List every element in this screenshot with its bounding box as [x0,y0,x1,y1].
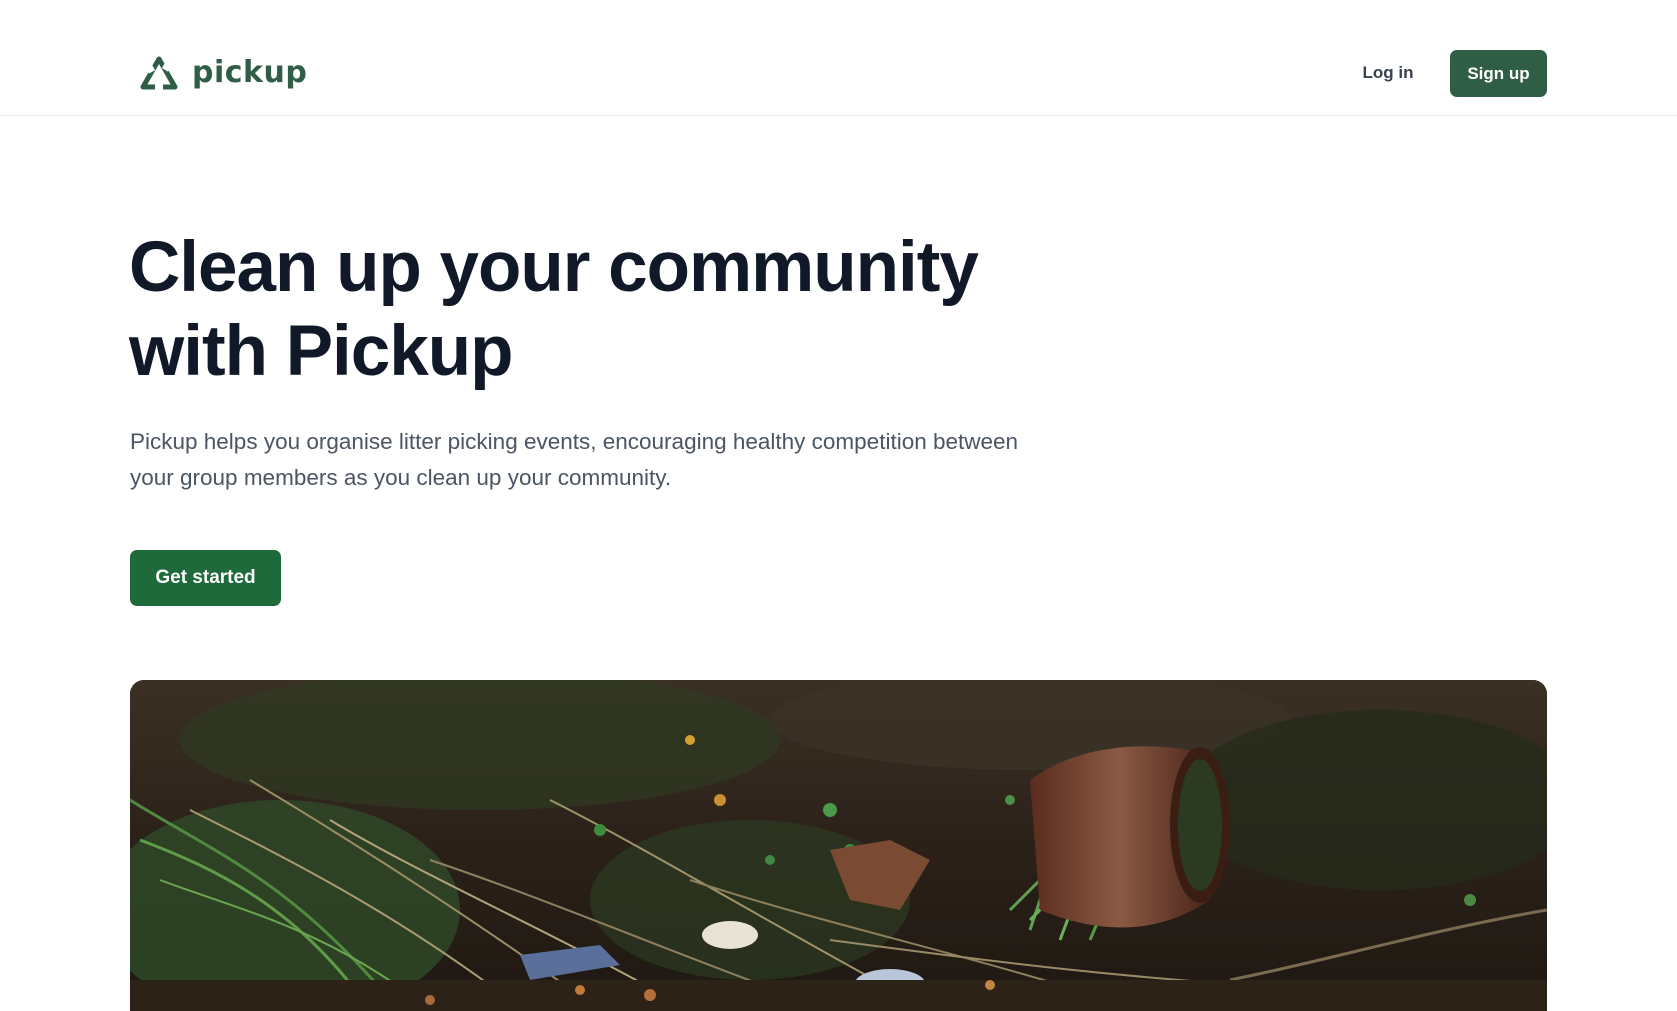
logo-wordmark: pickup [192,55,308,90]
hero-image [130,680,1547,1011]
get-started-button[interactable]: Get started [130,550,281,606]
logo-link[interactable]: pickup [140,52,307,94]
login-link[interactable]: Log in [1352,50,1424,96]
hero-subtitle: Pickup helps you organise litter picking… [130,429,1019,490]
top-navigation: pickup Log in Sign up [0,0,1677,116]
hero-title: Clean up your community with Pickup [129,228,979,391]
recycle-triangle-icon [140,55,178,91]
signup-button[interactable]: Sign up [1450,50,1547,97]
